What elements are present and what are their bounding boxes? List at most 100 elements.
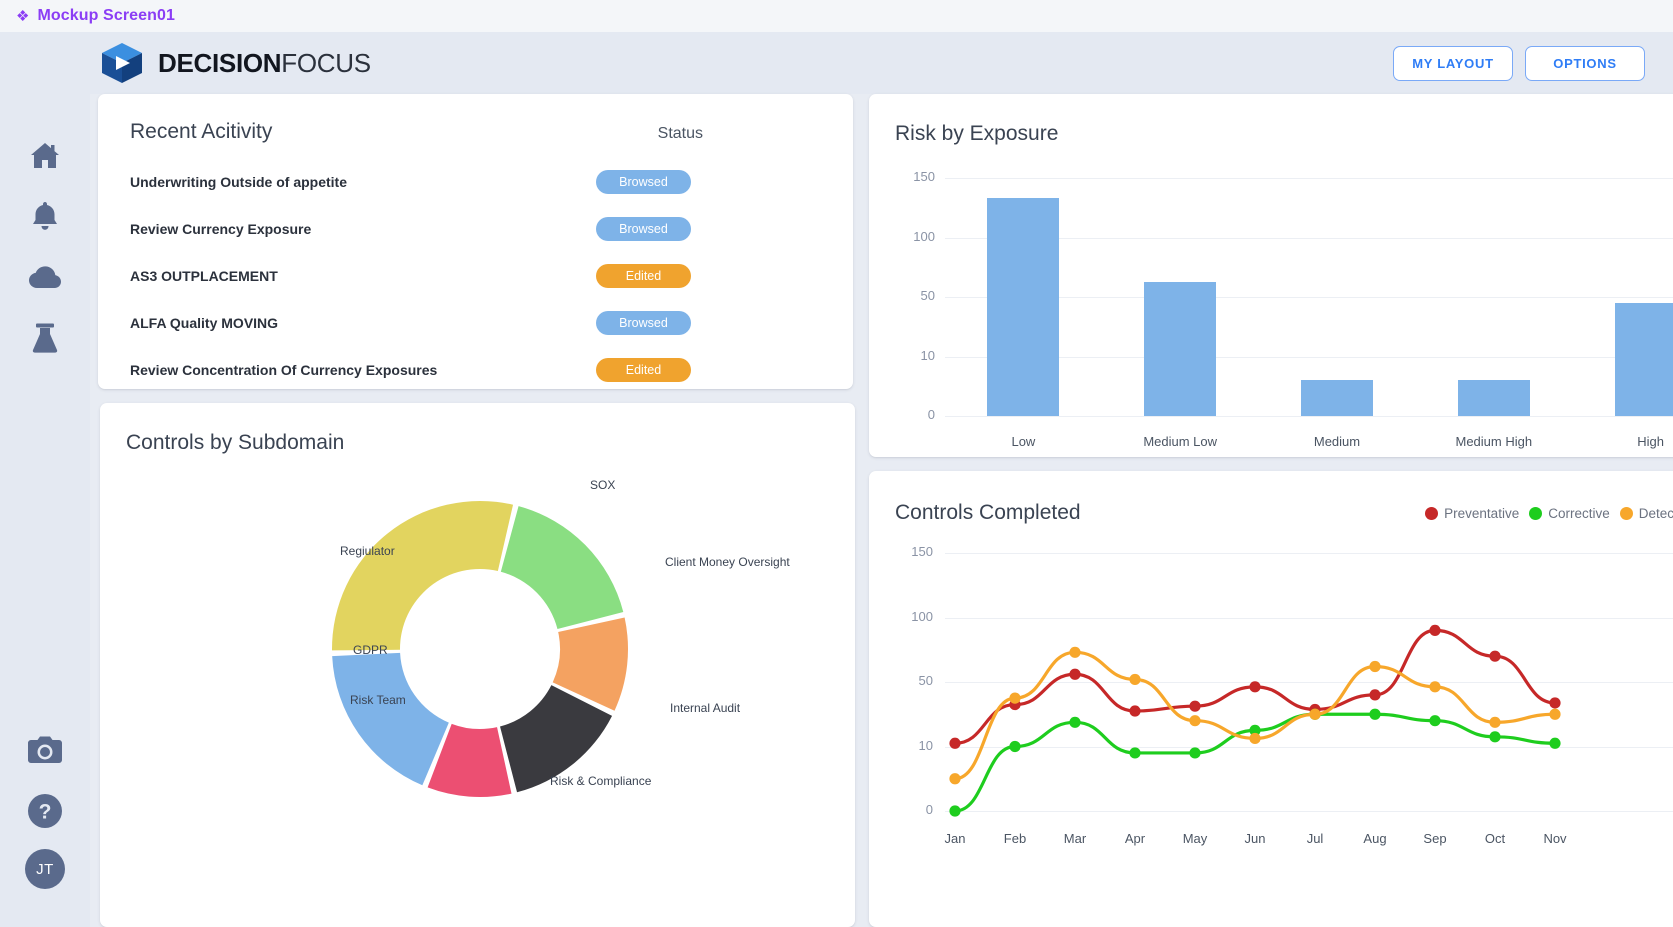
status-badge[interactable]: Browsed [596, 169, 691, 194]
table-row[interactable]: Review Currency Exposure Browsed [98, 205, 853, 252]
data-point[interactable] [1369, 660, 1381, 673]
data-point[interactable] [1189, 715, 1201, 727]
x-axis-tick-label: Nov [1543, 831, 1567, 846]
data-point[interactable] [1189, 700, 1201, 712]
legend-label: Detective [1638, 505, 1673, 521]
status-badge[interactable]: Browsed [596, 310, 691, 335]
legend-item-detective[interactable]: Detective [1619, 505, 1673, 521]
line-series[interactable] [953, 650, 1557, 781]
user-avatar[interactable]: JT [25, 849, 65, 889]
controls-completed-header: Controls Completed Preventative Correcti… [869, 471, 1673, 525]
activity-label: AS3 OUTPLACEMENT [130, 267, 278, 284]
dashboard-grid: Recent Acitivity Status Underwriting Out… [90, 94, 1673, 927]
sidebar-item-cloud[interactable] [22, 254, 68, 300]
status-badge[interactable]: Edited [596, 263, 691, 288]
data-point[interactable] [1429, 715, 1441, 727]
bar-chart: 0 10 50 100 150 Low Medium Low Medium Medium Hig… [869, 168, 1673, 449]
table-row[interactable]: AS3 OUTPLACEMENT Edited [98, 252, 853, 299]
line-chart-svg [949, 624, 1561, 817]
legend-dot-icon [1529, 506, 1543, 520]
data-point[interactable] [1189, 747, 1201, 759]
x-axis-tick-label: Jun [1244, 831, 1266, 846]
my-layout-button[interactable]: MY LAYOUT [1393, 45, 1513, 81]
legend-label: Corrective [1548, 505, 1610, 521]
donut-label-internal-audit: Internal Audit [670, 701, 741, 715]
bell-icon [33, 202, 57, 230]
data-point[interactable] [1249, 732, 1261, 745]
mockup-title-bar: ❖ Mockup Screen01 [0, 0, 1673, 32]
x-axis-tick-label: May [1182, 831, 1208, 846]
y-axis-tick-label: 100 [913, 228, 935, 244]
flask-icon [32, 323, 58, 353]
mockup-title: Mockup Screen01 [37, 7, 176, 24]
sidebar-item-notifications[interactable] [22, 193, 68, 239]
sidebar-item-screenshot[interactable] [22, 727, 68, 773]
sidebar-item-help[interactable]: ? [22, 788, 68, 834]
data-point[interactable] [1489, 731, 1501, 743]
left-sidebar: ? JT [0, 32, 90, 927]
legend-item-corrective[interactable]: Corrective [1529, 506, 1610, 521]
status-badge[interactable]: Edited [596, 357, 691, 382]
bar[interactable] [1301, 380, 1373, 416]
brand-logo[interactable]: DECISIONFOCUS [100, 41, 371, 85]
camera-icon [28, 736, 62, 763]
table-row[interactable]: ALFA Quality MOVING Browsed [98, 299, 853, 346]
brand-bold: DECISION [158, 47, 282, 78]
donut-label-risk-compliance: Risk & Compliance [550, 774, 652, 788]
sidebar-item-lab[interactable] [22, 315, 68, 361]
brand-light: FOCUS [281, 47, 371, 78]
bar[interactable] [1457, 380, 1530, 416]
options-button[interactable]: OPTIONS [1525, 45, 1645, 81]
bar[interactable] [1614, 302, 1673, 416]
grid-line [945, 416, 1673, 417]
x-axis-tick-label: Apr [1124, 831, 1146, 846]
y-axis-tick-label: 10 [920, 347, 935, 363]
activity-label: Review Concentration Of Currency Exposur… [130, 361, 438, 378]
data-point[interactable] [1069, 668, 1081, 680]
data-point[interactable] [1369, 689, 1381, 701]
donut-slice[interactable] [332, 500, 514, 651]
data-point[interactable] [1549, 697, 1561, 709]
x-axis-tick-label: Medium Low [1143, 434, 1218, 449]
data-point[interactable] [1129, 705, 1141, 717]
data-point[interactable] [1069, 716, 1081, 728]
data-point[interactable] [1249, 681, 1261, 693]
content-area: DECISIONFOCUS MY LAYOUT OPTIONS Recent A… [90, 32, 1673, 927]
data-point[interactable] [1489, 716, 1501, 728]
x-axis-tick-label: Jul [1306, 831, 1324, 846]
x-axis-tick-label: Sep [1423, 831, 1447, 846]
data-point[interactable] [949, 737, 961, 749]
data-point[interactable] [1129, 673, 1141, 686]
data-point[interactable] [1549, 737, 1561, 749]
sidebar-item-home[interactable] [22, 132, 68, 178]
bar[interactable] [987, 198, 1060, 416]
data-point[interactable] [1489, 650, 1501, 662]
data-point[interactable] [1369, 708, 1381, 720]
data-point[interactable] [1009, 740, 1021, 753]
help-icon: ? [28, 794, 62, 828]
data-point[interactable] [1429, 681, 1441, 693]
donut-chart: SOX Client Money Oversight Internal Audi… [100, 455, 855, 885]
data-point[interactable] [1129, 747, 1141, 759]
data-point[interactable] [1549, 708, 1561, 720]
table-row[interactable]: Review Concentration Of Currency Exposur… [98, 346, 853, 393]
bar[interactable] [1144, 281, 1217, 416]
data-point[interactable] [1069, 646, 1081, 658]
donut-slice[interactable] [500, 506, 624, 629]
data-point[interactable] [949, 773, 961, 785]
legend-item-preventative[interactable]: Preventative [1425, 506, 1519, 521]
y-axis-tick-label: 50 [920, 288, 935, 303]
data-point[interactable] [1429, 624, 1441, 636]
data-point[interactable] [1009, 692, 1021, 704]
status-badge[interactable]: Browsed [596, 216, 691, 241]
recent-activity-header: Recent Acitivity Status [98, 94, 853, 144]
risk-by-exposure-card: Risk by Exposure 0 10 50 100 150 Low Medium Lo… [869, 94, 1673, 457]
donut-label-regiulator: Regiulator [340, 544, 395, 558]
chart-legend: Preventative Corrective Detective [1425, 506, 1673, 521]
donut-slice[interactable] [332, 652, 449, 786]
data-point[interactable] [1309, 708, 1321, 720]
data-point[interactable] [949, 805, 961, 817]
status-column-header: Status [657, 125, 703, 142]
table-row[interactable]: Underwriting Outside of appetite Browsed [98, 158, 853, 205]
controls-by-subdomain-title: Controls by Subdomain [126, 431, 345, 454]
